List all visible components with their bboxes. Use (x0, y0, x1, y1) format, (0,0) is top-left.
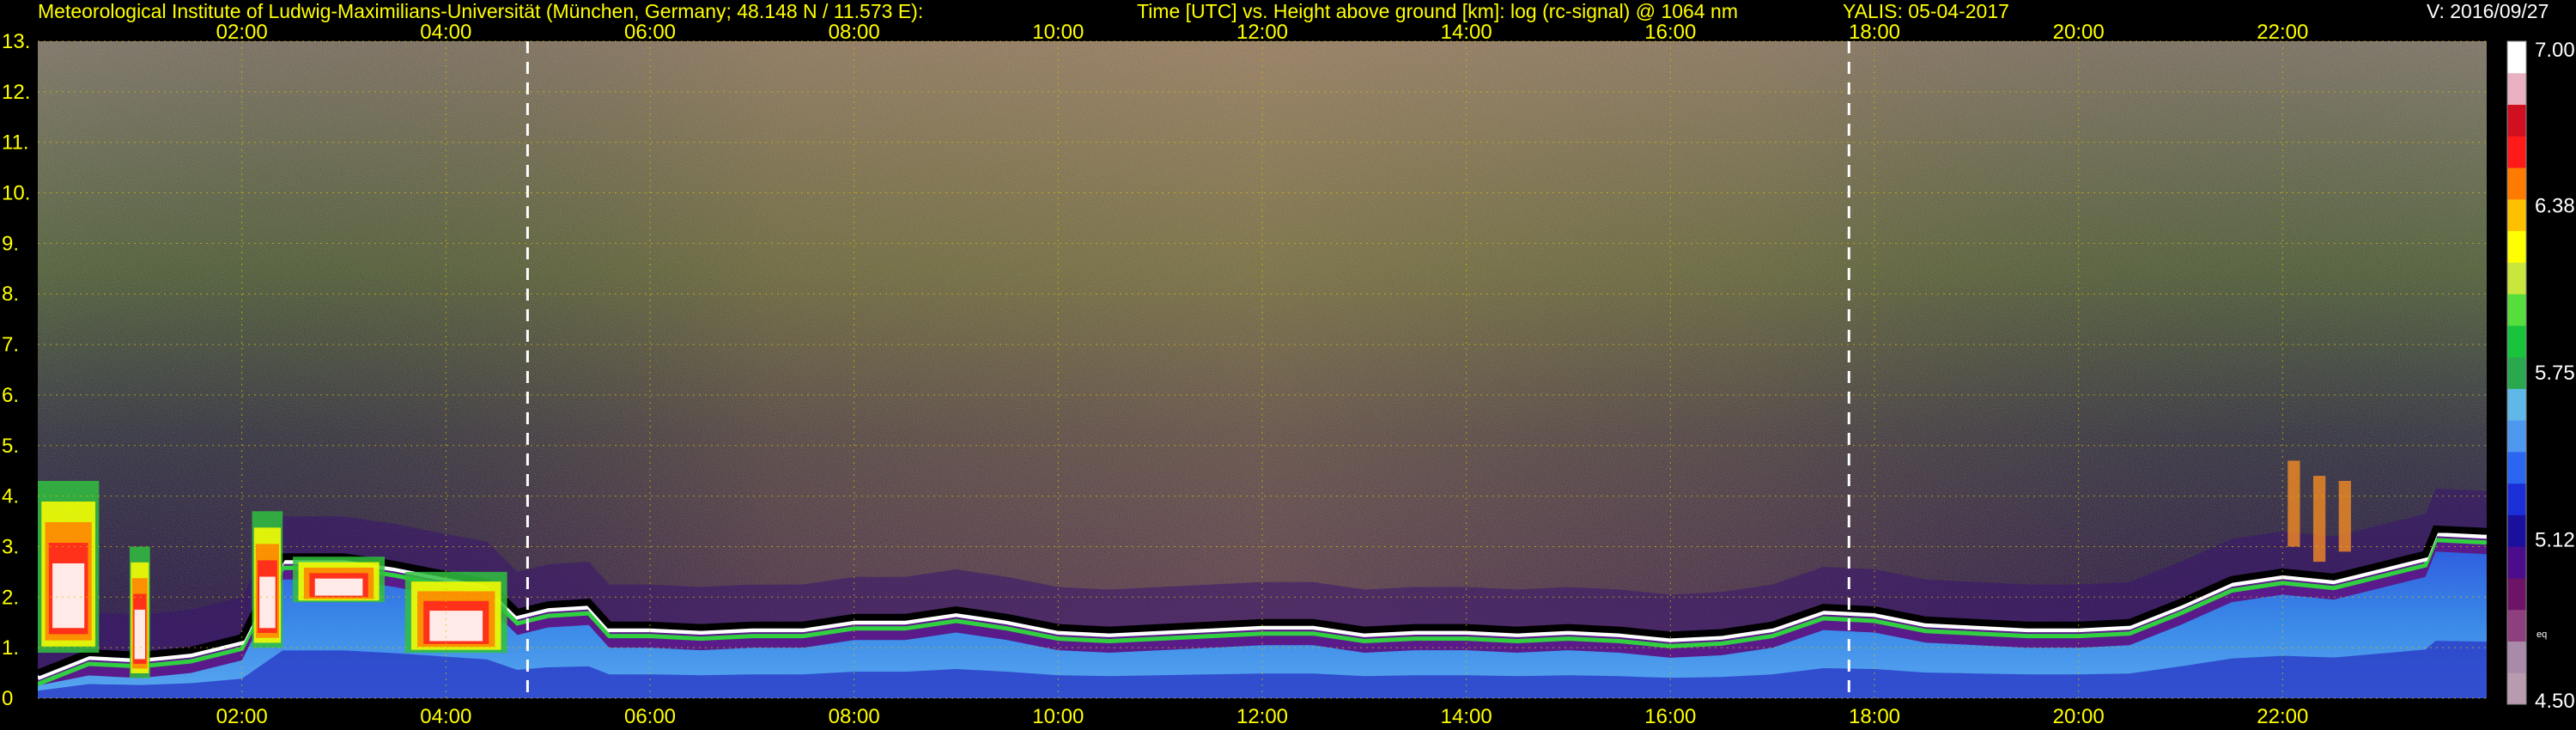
colorbar-swatch (2507, 546, 2526, 579)
colorbar-tick-label: 4.50 (2535, 690, 2575, 713)
colorbar-swatch (2507, 420, 2526, 453)
colorbar-swatch (2507, 451, 2526, 484)
y-tick-label: 3. (2, 535, 19, 558)
x-tick-label-top: 18:00 (1849, 21, 1900, 44)
x-tick-label-top: 08:00 (829, 21, 880, 44)
x-tick-label-bottom: 22:00 (2257, 705, 2308, 728)
colorbar-tick-label: 5.12 (2535, 529, 2575, 552)
colorbar-tick-label: 7.00 (2535, 39, 2575, 62)
x-tick-label-bottom: 06:00 (624, 705, 676, 728)
x-tick-label-top: 04:00 (420, 21, 471, 44)
colorbar-swatch (2507, 483, 2526, 515)
cloud-structure (134, 609, 146, 660)
y-tick-label: 7. (2, 333, 19, 356)
cloud-structure (429, 611, 483, 642)
colorbar-swatch (2507, 230, 2526, 263)
x-tick-label-top: 22:00 (2257, 21, 2308, 44)
colorbar-swatch (2507, 136, 2526, 168)
y-tick-label: 8. (2, 283, 19, 306)
colorbar-swatch (2507, 641, 2526, 673)
x-tick-label-top: 02:00 (216, 21, 268, 44)
aerosol-streak (2338, 480, 2351, 552)
x-tick-label-bottom: 12:00 (1236, 705, 1288, 728)
x-tick-label-top: 06:00 (624, 21, 676, 44)
colorbar-swatch (2507, 104, 2526, 137)
colorbar-swatch (2507, 577, 2526, 611)
x-tick-label-top: 20:00 (2053, 21, 2105, 44)
x-tick-label-bottom: 14:00 (1441, 705, 1492, 728)
colorbar-swatch (2507, 672, 2526, 705)
plot-area (38, 41, 2487, 698)
colorbar-swatch (2507, 356, 2526, 389)
colorbar-swatch (2507, 167, 2526, 200)
x-tick-label-bottom: 20:00 (2053, 705, 2105, 728)
colorbar-small-label: eq (2537, 630, 2547, 640)
y-tick-label: 10. (2, 182, 30, 205)
colorbar-swatch (2507, 41, 2526, 74)
y-tick-label: 13. (2, 30, 30, 53)
aerosol-streak (2312, 476, 2326, 563)
colorbar-swatch (2507, 609, 2526, 642)
colorbar-swatch (2507, 294, 2526, 326)
aerosol-streak (2287, 460, 2300, 547)
x-tick-label-top: 16:00 (1644, 21, 1696, 44)
colorbar-swatch (2507, 514, 2526, 547)
cloud-structure (52, 563, 85, 629)
x-tick-label-bottom: 08:00 (829, 705, 880, 728)
x-tick-label-top: 12:00 (1236, 21, 1288, 44)
colorbar-swatch (2507, 388, 2526, 421)
colorbar-swatch (2507, 72, 2526, 106)
y-tick-label: 5. (2, 435, 19, 458)
cloud-structure (314, 578, 363, 596)
x-tick-label-bottom: 10:00 (1032, 705, 1084, 728)
colorbar-swatch (2507, 198, 2526, 232)
x-tick-label-bottom: 16:00 (1644, 705, 1696, 728)
y-tick-label: 9. (2, 232, 19, 255)
y-tick-label: 6. (2, 384, 19, 407)
y-tick-label: 11. (2, 131, 29, 155)
x-tick-label-bottom: 04:00 (420, 705, 471, 728)
x-tick-label-bottom: 18:00 (1849, 705, 1900, 728)
x-tick-label-bottom: 02:00 (216, 705, 268, 728)
y-tick-label: 4. (2, 485, 19, 508)
colorbar: 7.00 6.38 5.75 5.12 4.50 eq (2506, 39, 2575, 713)
x-tick-label-top: 14:00 (1441, 21, 1492, 44)
colorbar-swatch (2507, 262, 2526, 295)
y-tick-label: 1. (2, 636, 19, 660)
y-tick-label: 2. (2, 586, 19, 609)
colorbar-swatch (2507, 325, 2526, 358)
lidar-heatmap-chart: 02:00 02:00 04:00 04:00 06:00 06:00 08:00 08:00… (2, 21, 2575, 728)
y-tick-label: 12. (2, 81, 30, 104)
x-tick-label-top: 10:00 (1032, 21, 1084, 44)
colorbar-tick-label: 5.75 (2535, 362, 2575, 385)
y-tick-label: 0 (2, 687, 13, 710)
cloud-structure (259, 576, 276, 629)
colorbar-tick-label: 6.38 (2535, 194, 2575, 217)
